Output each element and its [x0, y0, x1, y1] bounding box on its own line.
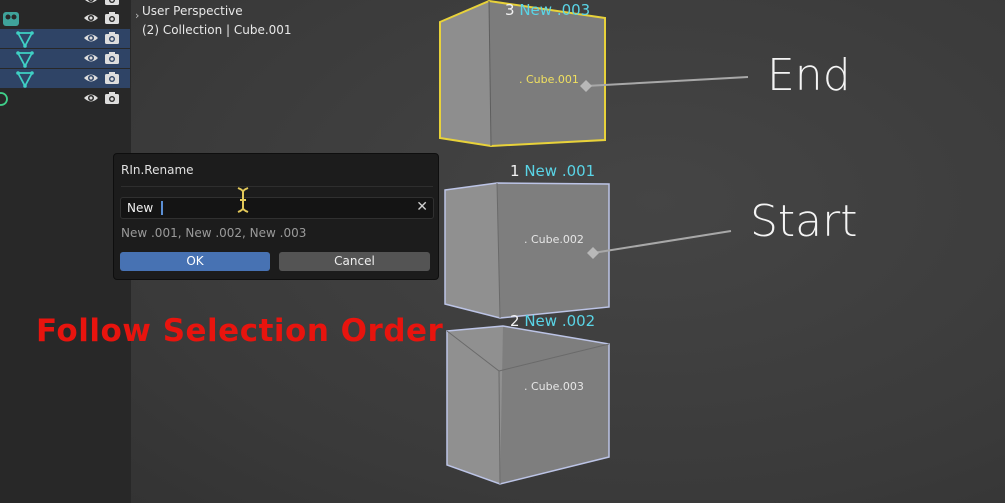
order-label-1: 1 New .001 [510, 162, 596, 180]
cube-name-label: . Cube.002 [524, 233, 584, 246]
light-object-icon [0, 92, 8, 106]
order-label-3: 3 New .003 [505, 1, 591, 19]
render-camera-icon[interactable] [104, 10, 120, 26]
eye-icon[interactable] [83, 0, 99, 7]
start-annotation: Start [750, 196, 858, 247]
camera-object-icon [3, 12, 19, 26]
order-label-2: 2 New .002 [510, 312, 596, 330]
end-annotation: End [767, 50, 851, 101]
cube-selected[interactable] [446, 325, 610, 485]
cube-name-label: . Cube.001 [519, 73, 579, 86]
render-camera-icon[interactable] [104, 90, 120, 106]
mesh-icon [16, 51, 34, 68]
render-camera-icon[interactable] [104, 0, 120, 7]
outliner-row-mesh[interactable] [0, 49, 130, 68]
rename-input[interactable]: New ✕ [120, 197, 434, 219]
selection-order-caption: Follow Selection Order [36, 313, 444, 349]
outliner-row-mesh[interactable] [0, 69, 130, 88]
end-pointer-line [585, 76, 749, 87]
eye-icon[interactable] [83, 30, 99, 46]
text-cursor-icon [237, 187, 249, 213]
cube-selected[interactable] [444, 182, 610, 319]
mesh-icon [16, 71, 34, 88]
outliner-row-mesh[interactable] [0, 29, 130, 48]
rename-input-value: New [127, 201, 154, 215]
dialog-divider [121, 186, 433, 187]
outliner-row[interactable] [0, 0, 130, 8]
render-camera-icon[interactable] [104, 70, 120, 86]
clear-icon[interactable]: ✕ [416, 199, 428, 215]
eye-icon[interactable] [83, 10, 99, 26]
dialog-title: RIn.Rename [121, 163, 194, 177]
rename-dialog: RIn.Rename New ✕ New .001, New .002, New… [113, 153, 439, 280]
eye-icon[interactable] [83, 70, 99, 86]
render-camera-icon[interactable] [104, 50, 120, 66]
eye-icon[interactable] [83, 50, 99, 66]
render-camera-icon[interactable] [104, 30, 120, 46]
cube-name-label: . Cube.003 [524, 380, 584, 393]
ok-button[interactable]: OK [120, 252, 270, 271]
start-pointer-line [592, 230, 732, 254]
outliner-row-light[interactable] [0, 89, 130, 108]
rename-preview: New .001, New .002, New .003 [121, 226, 307, 240]
text-caret [161, 201, 163, 215]
outliner-row-camera[interactable] [0, 9, 130, 28]
cancel-button[interactable]: Cancel [279, 252, 430, 271]
mesh-icon [16, 31, 34, 48]
eye-icon[interactable] [83, 90, 99, 106]
